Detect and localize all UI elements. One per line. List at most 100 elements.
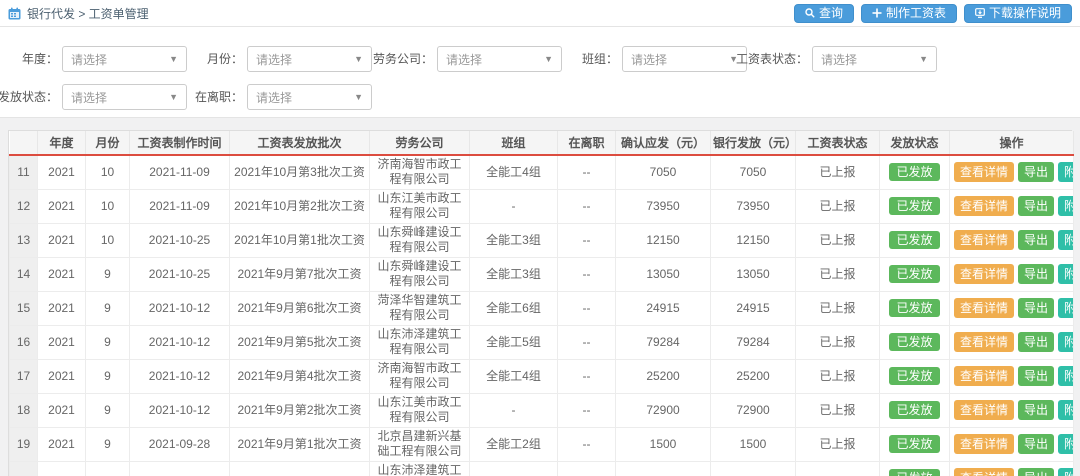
team-select[interactable]: 请选择 ▼ (622, 46, 747, 72)
attachment-button[interactable]: 附件 (1058, 196, 1073, 216)
cell-create-time: 2021-11-09 (130, 155, 230, 189)
employment-select[interactable]: 请选择 ▼ (247, 84, 372, 110)
month-select[interactable]: 请选择 ▼ (247, 46, 372, 72)
chevron-down-icon: ▼ (354, 54, 363, 64)
attachment-button[interactable]: 附件 (1058, 162, 1073, 182)
top-bar: 银行代发 > 工资单管理 查询 制作工资表 下载操作说明 (0, 0, 1080, 27)
table-row: 15202192021-10-122021年9月第6批次工资菏泽华智建筑工程有限… (10, 291, 1074, 325)
cell-confirmed-amount: 1500 (616, 427, 711, 461)
col-company: 劳务公司 (370, 131, 470, 155)
view-details-button[interactable]: 查看详情 (954, 434, 1014, 454)
cell-actions: 查看详情导出附件 (950, 325, 1074, 359)
export-button[interactable]: 导出 (1018, 400, 1054, 420)
export-button[interactable]: 导出 (1018, 196, 1054, 216)
export-button[interactable]: 导出 (1018, 332, 1054, 352)
attachment-button[interactable]: 附件 (1058, 230, 1073, 250)
attachment-button[interactable]: 附件 (1058, 434, 1073, 454)
cell-bank-amount: 79284 (711, 325, 796, 359)
attachment-button[interactable]: 附件 (1058, 366, 1073, 386)
paid-status-badge: 已发放 (889, 435, 939, 453)
cell-team: - (470, 393, 558, 427)
cell-bank-amount: 1500 (711, 427, 796, 461)
breadcrumb: 银行代发 > 工资单管理 (8, 5, 149, 22)
sheet-status-select[interactable]: 请选择 ▼ (812, 46, 937, 72)
cell-actions: 查看详情导出附件 (950, 461, 1074, 476)
cell-row-index: 11 (10, 155, 38, 189)
cell-batch: 2021年10月第3批次工资 (230, 155, 370, 189)
labor-company-select[interactable]: 请选择 ▼ (437, 46, 562, 72)
view-details-button[interactable]: 查看详情 (954, 332, 1014, 352)
cell-pay-status: 已发放 (880, 189, 950, 223)
attachment-button[interactable]: 附件 (1058, 264, 1073, 284)
cell-company: 北京昌建新兴基础工程有限公司 (370, 427, 470, 461)
cell-confirmed-amount: 73950 (616, 189, 711, 223)
cell-month: 10 (86, 223, 130, 257)
cell-employment-status: -- (558, 359, 616, 393)
year-select[interactable]: 请选择 ▼ (62, 46, 187, 72)
table-row: 18202192021-10-122021年9月第2批次工资山东江美市政工程有限… (10, 393, 1074, 427)
col-bank-amount: 银行发放（元） (711, 131, 796, 155)
view-details-button[interactable]: 查看详情 (954, 400, 1014, 420)
filter-sheet-status: 工资表状态： 请选择 ▼ (812, 46, 937, 72)
cell-row-index: 12 (10, 189, 38, 223)
cell-row-index: 18 (10, 393, 38, 427)
cell-bank-amount (711, 461, 796, 476)
payroll-table: 年度 月份 工资表制作时间 工资表发放批次 劳务公司 班组 在离职 确认应发（元… (8, 130, 1072, 476)
cell-row-index: 19 (10, 427, 38, 461)
view-details-button[interactable]: 查看详情 (954, 230, 1014, 250)
cell-bank-amount: 12150 (711, 223, 796, 257)
export-button[interactable]: 导出 (1018, 162, 1054, 182)
view-details-button[interactable]: 查看详情 (954, 468, 1014, 476)
view-details-button[interactable]: 查看详情 (954, 162, 1014, 182)
export-button[interactable]: 导出 (1018, 366, 1054, 386)
table-header: 年度 月份 工资表制作时间 工资表发放批次 劳务公司 班组 在离职 确认应发（元… (10, 131, 1074, 155)
cell-team: - (470, 189, 558, 223)
view-details-button[interactable]: 查看详情 (954, 264, 1014, 284)
table-row: 132021102021-10-252021年10月第1批次工资山东舜峰建设工程… (10, 223, 1074, 257)
cell-batch: 2021年10月第2批次工资 (230, 189, 370, 223)
cell-month: 10 (86, 189, 130, 223)
cell-month: 9 (86, 359, 130, 393)
cell-team: 全能工2组 (470, 427, 558, 461)
attachment-button[interactable]: 附件 (1058, 332, 1073, 352)
filter-panel: 年度： 请选择 ▼ 月份： 请选择 ▼ 劳务公司： 请选择 ▼ 班组： 请选择 … (0, 27, 1080, 118)
cell-month: 9 (86, 291, 130, 325)
attachment-button[interactable]: 附件 (1058, 468, 1073, 476)
col-employment: 在离职 (558, 131, 616, 155)
cell-month: 9 (86, 325, 130, 359)
filter-month: 月份： 请选择 ▼ (247, 46, 372, 72)
cell-create-time: 2021-10-25 (130, 257, 230, 291)
export-button[interactable]: 导出 (1018, 434, 1054, 454)
cell-year: 2021 (38, 155, 86, 189)
cell-company: 菏泽华智建筑工程有限公司 (370, 291, 470, 325)
cell-create-time: 2021-10-12 (130, 359, 230, 393)
export-button[interactable]: 导出 (1018, 468, 1054, 476)
view-details-button[interactable]: 查看详情 (954, 366, 1014, 386)
cell-month: 9 (86, 427, 130, 461)
cell-sheet-status: 已上报 (796, 359, 880, 393)
view-details-button[interactable]: 查看详情 (954, 298, 1014, 318)
cell-year: 2021 (38, 427, 86, 461)
cell-team: 全能工3组 (470, 223, 558, 257)
cell-year: 2021 (38, 393, 86, 427)
export-button[interactable]: 导出 (1018, 264, 1054, 284)
view-details-button[interactable]: 查看详情 (954, 196, 1014, 216)
cell-confirmed-amount: 72900 (616, 393, 711, 427)
query-button[interactable]: 查询 (794, 4, 854, 23)
cell-year: 2021 (38, 223, 86, 257)
chevron-down-icon: ▼ (544, 54, 553, 64)
cell-batch: 2021年9月第4批次工资 (230, 359, 370, 393)
attachment-button[interactable]: 附件 (1058, 298, 1073, 318)
attachment-button[interactable]: 附件 (1058, 400, 1073, 420)
download-instructions-button[interactable]: 下载操作说明 (964, 4, 1072, 23)
cell-batch: 2021年10月第1批次工资 (230, 223, 370, 257)
create-payroll-button[interactable]: 制作工资表 (861, 4, 957, 23)
calendar-icon (8, 7, 21, 20)
export-button[interactable]: 导出 (1018, 298, 1054, 318)
cell-confirmed-amount: 12150 (616, 223, 711, 257)
cell-year (38, 461, 86, 476)
cell-company: 山东舜峰建设工程有限公司 (370, 223, 470, 257)
table-row: 山东沛泽建筑工程有限公司已发放查看详情导出附件 (10, 461, 1074, 476)
export-button[interactable]: 导出 (1018, 230, 1054, 250)
pay-status-select[interactable]: 请选择 ▼ (62, 84, 187, 110)
